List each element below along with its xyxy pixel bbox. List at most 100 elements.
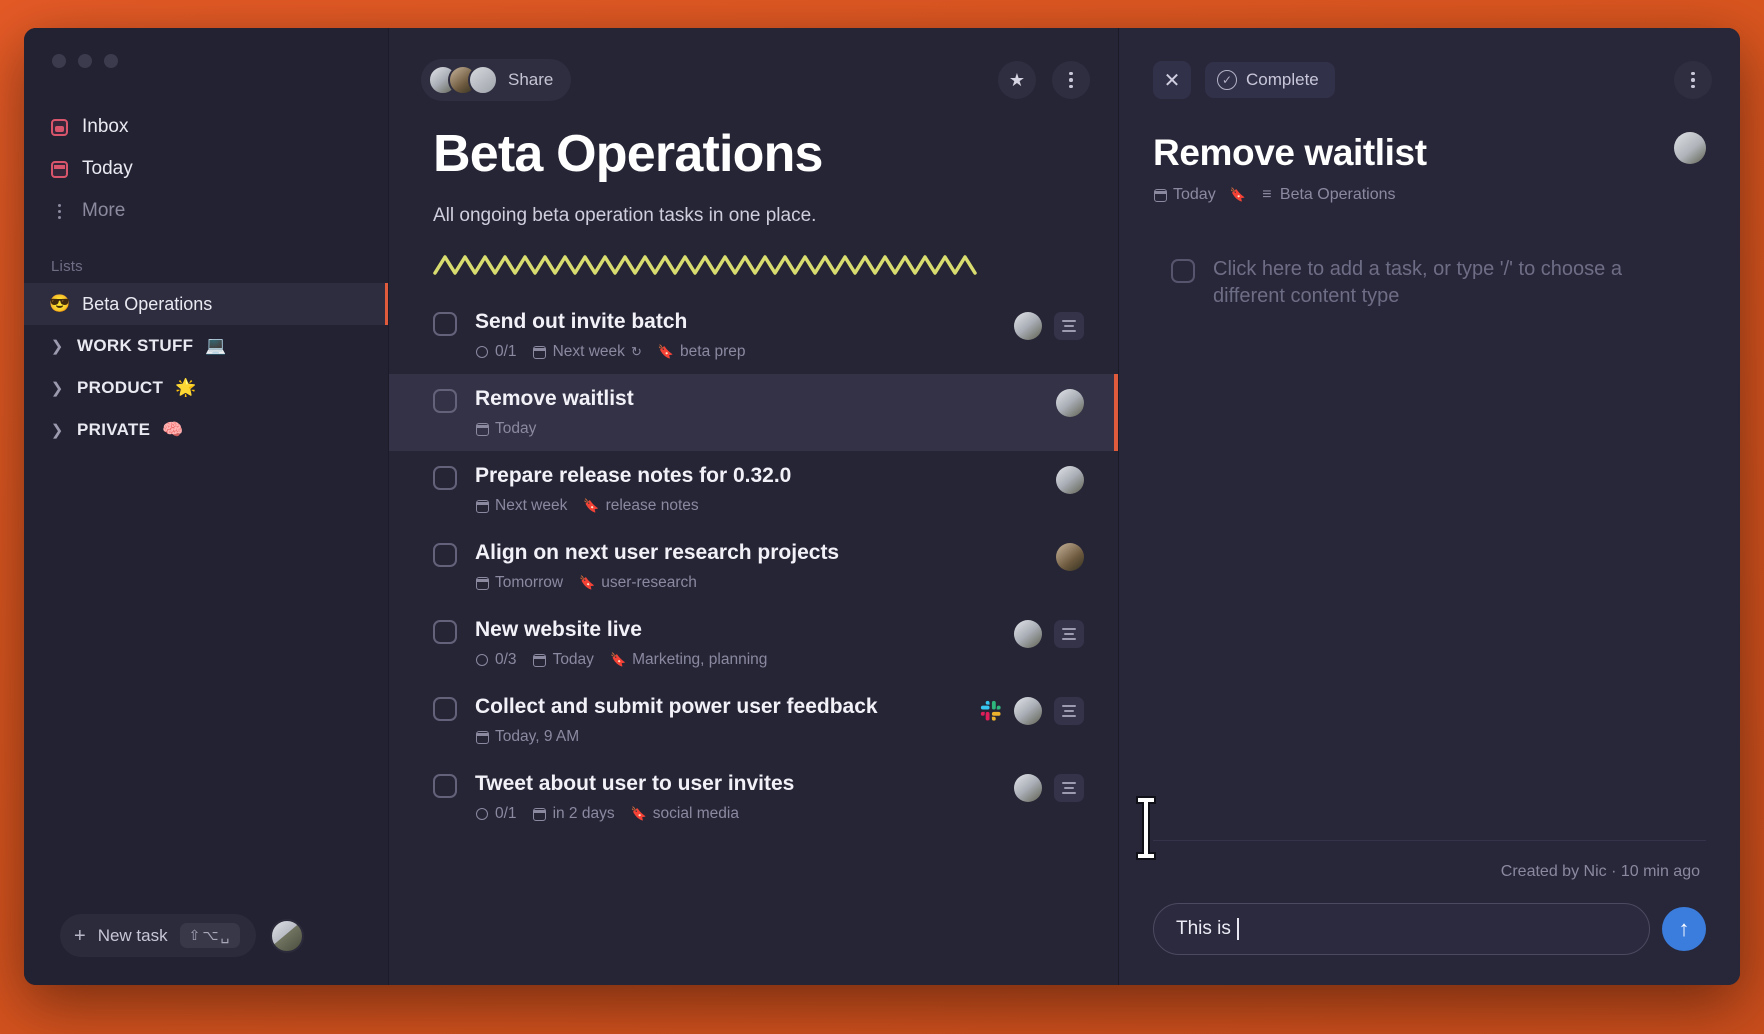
task-row[interactable]: Tweet about user to user invites 0/1 in … (389, 759, 1118, 836)
task-checkbox[interactable] (433, 466, 457, 491)
assignee-avatar[interactable] (1014, 697, 1042, 726)
sidebar-item-beta-operations[interactable]: 😎 Beta Operations (24, 283, 388, 325)
task-date-label: Today (495, 420, 537, 438)
task-date: in 2 days (533, 805, 615, 823)
detail-date[interactable]: Today (1153, 186, 1216, 204)
laptop-emoji-icon: 💻 (205, 336, 227, 355)
notes-icon[interactable] (1054, 620, 1084, 649)
task-row[interactable]: Send out invite batch 0/1 Next week ↻ 🔖 … (389, 297, 1118, 374)
task-tags-label: social media (652, 805, 739, 823)
new-task-button[interactable]: + New task ⇧⌥␣ (60, 914, 257, 957)
assignee-avatar[interactable] (1014, 620, 1042, 649)
task-checkbox[interactable] (433, 312, 457, 337)
task-meta: Tomorrow 🔖 user-research (475, 574, 1038, 592)
assignee-avatar[interactable] (1056, 466, 1084, 495)
tag-icon[interactable]: 🔖 (1230, 187, 1246, 203)
page-title: Beta Operations (433, 125, 823, 183)
calendar-icon (533, 345, 547, 359)
detail-date-label: Today (1173, 186, 1216, 203)
task-checkbox[interactable] (433, 774, 457, 799)
chevron-right-icon[interactable]: ❯ (49, 379, 65, 397)
close-window-button[interactable] (52, 54, 66, 68)
task-date: Today (533, 651, 594, 669)
more-dots-icon (49, 201, 69, 221)
placeholder-text: Click here to add a task, or type '/' to… (1213, 258, 1622, 307)
task-date-label: Next week (552, 343, 625, 361)
sidebar-item-work-stuff[interactable]: ❯ WORK STUFF 💻 (24, 325, 388, 367)
task-row[interactable]: Remove waitlist Today (389, 374, 1118, 452)
chevron-right-icon[interactable]: ❯ (49, 337, 65, 355)
sidebar-item-inbox[interactable]: Inbox (24, 106, 388, 148)
task-title: Prepare release notes for 0.32.0 (475, 464, 792, 488)
list-label: WORK STUFF (77, 336, 194, 355)
task-row[interactable]: Prepare release notes for 0.32.0 Next we… (389, 451, 1118, 528)
share-button[interactable]: Share (421, 59, 572, 101)
maximize-window-button[interactable] (104, 54, 118, 68)
assignee-avatar[interactable] (1014, 774, 1042, 803)
notes-icon[interactable] (1054, 312, 1084, 341)
window-traffic-lights[interactable] (24, 28, 388, 84)
detail-footer: Created by Nic · 10 min ago This is ↑ (1119, 840, 1740, 985)
calendar-icon (533, 653, 547, 667)
task-date: Next week (475, 497, 567, 515)
detail-list[interactable]: ≡ Beta Operations (1260, 186, 1396, 204)
task-meta: 0/1 Next week ↻ 🔖 beta prep (475, 343, 996, 361)
sidebar-section-lists-label: Lists (51, 258, 83, 275)
notes-icon[interactable] (1054, 697, 1084, 726)
sidebar-item-product[interactable]: ❯ PRODUCT 🌟 (24, 367, 388, 409)
sidebar-item-private[interactable]: ❯ PRIVATE 🧠 (24, 409, 388, 451)
comment-input[interactable]: This is (1153, 903, 1650, 955)
subtask-count: 0/1 (475, 343, 517, 361)
task-checkbox[interactable] (433, 543, 457, 568)
task-date: Today, 9 AM (475, 728, 579, 746)
send-button[interactable]: ↑ (1662, 907, 1706, 951)
subtask-count-label: 0/1 (495, 343, 517, 361)
created-by-label: Created by Nic · 10 min ago (1500, 863, 1700, 880)
task-title: Send out invite batch (475, 310, 688, 334)
more-vertical-icon[interactable] (1674, 61, 1712, 99)
user-avatar[interactable] (270, 918, 305, 953)
task-title: New website live (475, 618, 642, 642)
task-list: Send out invite batch 0/1 Next week ↻ 🔖 … (389, 297, 1118, 836)
task-meta: Next week 🔖 release notes (475, 497, 1038, 515)
calendar-icon (475, 730, 489, 744)
task-tags: 🔖 release notes (583, 497, 698, 515)
detail-list-label: Beta Operations (1279, 186, 1396, 203)
more-vertical-icon[interactable] (1052, 61, 1090, 99)
task-date-label: Today (552, 651, 594, 669)
close-icon[interactable]: ✕ (1153, 61, 1191, 99)
assignee-avatar[interactable] (1056, 543, 1084, 572)
slack-icon[interactable] (980, 700, 1002, 722)
task-title: Remove waitlist (475, 387, 634, 411)
task-content: Send out invite batch 0/1 Next week ↻ 🔖 … (475, 310, 996, 361)
sidebar-item-more[interactable]: More (24, 190, 388, 232)
complete-label: Complete (1246, 70, 1319, 89)
star-emoji-icon: 🌟 (175, 378, 197, 397)
notes-icon[interactable] (1054, 774, 1084, 803)
task-row[interactable]: New website live 0/3 Today 🔖 Marketing, … (389, 605, 1118, 682)
star-icon[interactable]: ★ (998, 61, 1036, 99)
detail-assignee-avatar[interactable] (1674, 132, 1706, 164)
task-checkbox[interactable] (433, 697, 457, 722)
sidebar-item-today[interactable]: Today (24, 148, 388, 190)
assignee-avatar[interactable] (1056, 389, 1084, 418)
complete-button[interactable]: ✓ Complete (1205, 62, 1335, 98)
subtask-count: 0/3 (475, 651, 517, 669)
task-checkbox[interactable] (433, 389, 457, 414)
task-content: Prepare release notes for 0.32.0 Next we… (475, 464, 1038, 515)
detail-meta: Today 🔖 ≡ Beta Operations (1153, 186, 1427, 204)
list-toolbar: Share ★ (389, 28, 1118, 106)
chevron-right-icon[interactable]: ❯ (49, 421, 65, 439)
task-date-label: Tomorrow (495, 574, 564, 592)
detail-title: Remove waitlist (1153, 132, 1427, 173)
task-actions (1056, 389, 1084, 418)
minimize-window-button[interactable] (78, 54, 92, 68)
task-content: Collect and submit power user feedback T… (475, 695, 962, 746)
task-row[interactable]: Collect and submit power user feedback T… (389, 682, 1118, 759)
task-row[interactable]: Align on next user research projects Tom… (389, 528, 1118, 605)
assignee-avatar[interactable] (1014, 312, 1042, 341)
task-checkbox[interactable] (433, 620, 457, 645)
subtask-count-label: 0/3 (495, 651, 517, 669)
add-subtask-placeholder[interactable]: Click here to add a task, or type '/' to… (1119, 204, 1740, 310)
calendar-icon (475, 576, 489, 590)
